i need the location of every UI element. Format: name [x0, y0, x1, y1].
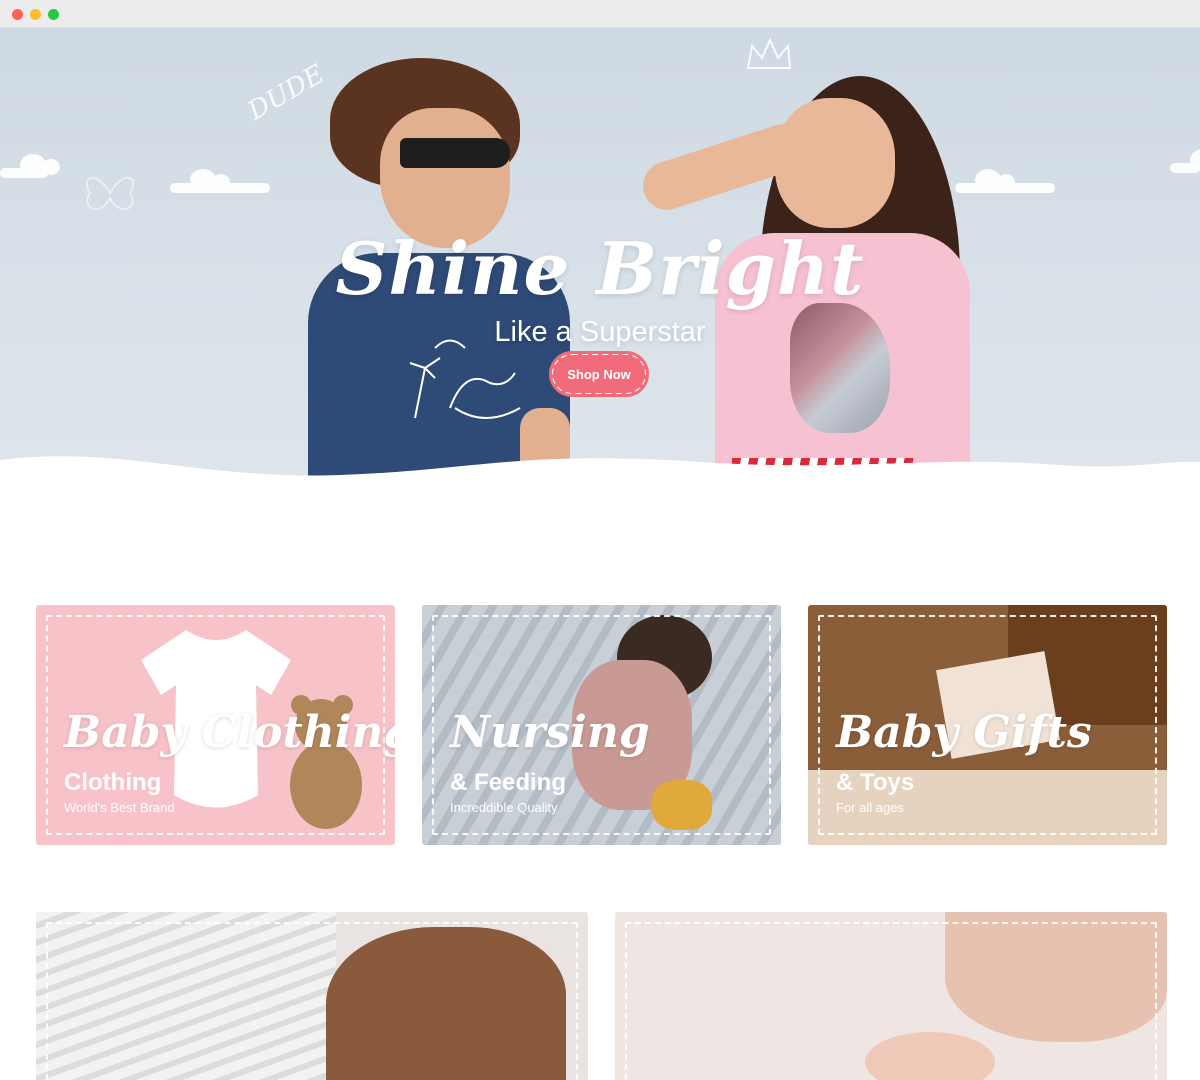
category-card-nursing-feeding[interactable]: Nursing & Feeding Increddible Quality: [422, 605, 781, 845]
window-titlebar: [0, 0, 1200, 28]
card-tagline: For all ages: [836, 800, 904, 815]
close-window-button[interactable]: [12, 9, 23, 20]
card-dashed-border: [625, 922, 1157, 1080]
card-tagline: Increddible Quality: [450, 800, 558, 815]
cloud-decoration: [0, 154, 60, 178]
card-title: Nursing: [450, 707, 650, 758]
card-title: Baby Clothing: [64, 707, 395, 758]
category-card-baby-clothing[interactable]: Baby Clothing Clothing World's Best Bran…: [36, 605, 395, 845]
card-title: Baby Gifts: [836, 707, 1092, 758]
promo-card-left[interactable]: [36, 912, 588, 1080]
maximize-window-button[interactable]: [48, 9, 59, 20]
butterfly-doodle-icon: [86, 177, 134, 210]
dude-doodle: DUDE: [243, 59, 330, 127]
cloud-decoration: [955, 169, 1055, 193]
category-card-baby-gifts-toys[interactable]: Baby Gifts & Toys For all ages: [808, 605, 1167, 845]
hero-subtitle: Like a Superstar: [494, 316, 706, 348]
shop-now-button[interactable]: Shop Now: [549, 351, 649, 397]
card-dashed-border: [46, 922, 578, 1080]
card-subtitle: & Toys: [836, 769, 915, 796]
cloud-decoration: [1170, 149, 1200, 173]
card-subtitle: Clothing: [64, 769, 162, 796]
promo-card-right[interactable]: [615, 912, 1167, 1080]
crown-doodle-icon: [746, 37, 792, 69]
sunglasses: [400, 138, 510, 168]
cloud-decoration: [170, 169, 270, 193]
card-tagline: World's Best Brand: [64, 800, 175, 815]
minimize-window-button[interactable]: [30, 9, 41, 20]
card-subtitle: & Feeding: [450, 769, 567, 796]
hero-wave-divider: [0, 456, 1200, 520]
hero-title: Shine Bright: [335, 226, 865, 311]
hero-banner: DUDE Shine Bright Like a Superstar: [0, 28, 1200, 520]
